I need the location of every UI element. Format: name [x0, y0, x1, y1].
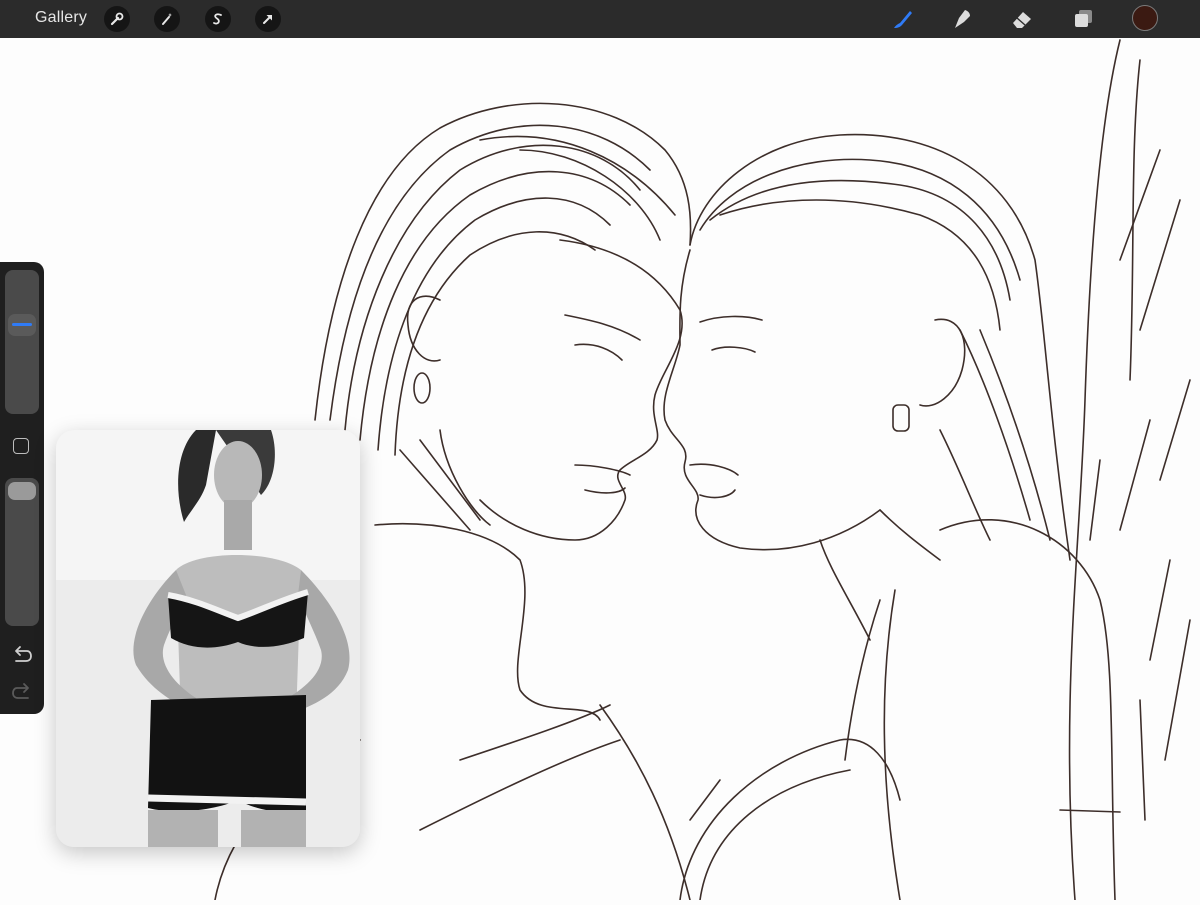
sketch-line	[1159, 379, 1191, 481]
reference-photo	[56, 430, 360, 847]
brush-icon	[894, 11, 912, 28]
sketch-line	[1119, 149, 1161, 261]
sketch-line	[344, 144, 641, 431]
sketch-line	[394, 231, 596, 456]
top-toolbar: Gallery	[0, 0, 1200, 38]
smudge-icon	[955, 10, 970, 28]
sketch-line	[1119, 419, 1151, 531]
sketch-line	[399, 449, 471, 531]
sketch-line	[574, 464, 631, 476]
layers-icon	[1075, 10, 1092, 27]
actions-button[interactable]	[104, 6, 130, 32]
opacity-slider[interactable]	[5, 478, 39, 626]
sketch-line	[1059, 809, 1121, 813]
smudge-tool-button[interactable]	[948, 5, 976, 33]
brush-size-slider[interactable]	[5, 270, 39, 414]
sketch-line	[519, 149, 661, 241]
sketch-line	[663, 249, 881, 551]
sketch-line	[1139, 199, 1181, 331]
sketch-line	[719, 199, 1001, 331]
sketch-line	[939, 429, 991, 541]
sketch-line	[919, 318, 966, 407]
redo-icon[interactable]	[11, 682, 33, 702]
eraser-tool-button[interactable]	[1008, 5, 1036, 33]
sketch-line	[599, 704, 691, 901]
undo-icon[interactable]	[11, 645, 33, 665]
adjustments-button[interactable]	[154, 6, 180, 32]
sketch-line	[406, 295, 441, 362]
magic-wand-icon	[162, 13, 172, 25]
selection-icon	[213, 13, 222, 25]
sketch-line	[679, 738, 901, 901]
sketch-line	[939, 519, 1116, 901]
sketch-line	[574, 343, 623, 361]
sketch-line	[377, 197, 611, 451]
reference-window[interactable]	[56, 430, 360, 847]
transform-arrow-icon	[263, 15, 272, 24]
sketch-line	[584, 487, 626, 494]
eraser-icon	[1013, 12, 1031, 28]
transform-button[interactable]	[255, 6, 281, 32]
brush-size-thumb[interactable]	[8, 313, 36, 336]
sketch-line	[564, 314, 641, 341]
sketch-line	[819, 539, 871, 641]
sketch-line	[959, 329, 1031, 521]
modify-button[interactable]	[13, 438, 29, 454]
sketch-line	[479, 239, 683, 541]
sketch-line	[689, 779, 721, 821]
sketch-line	[709, 179, 1011, 301]
sketch-line	[883, 589, 901, 901]
color-picker-button[interactable]	[1132, 5, 1158, 31]
sketch-line	[374, 522, 601, 721]
gallery-button[interactable]: Gallery	[35, 9, 87, 27]
sketch-line	[699, 489, 736, 499]
layers-button[interactable]	[1069, 5, 1097, 33]
sketch-line	[689, 463, 739, 476]
sketch-line	[699, 315, 763, 323]
left-earring	[413, 372, 431, 404]
sketch-line	[419, 739, 621, 831]
sketch-line	[1139, 699, 1146, 821]
opacity-thumb[interactable]	[8, 482, 36, 500]
sketch-line	[699, 769, 851, 901]
brush-tool-button[interactable]	[889, 5, 917, 33]
sketch-line	[979, 329, 1051, 541]
sketch-line	[1149, 559, 1171, 661]
wrench-icon	[110, 12, 124, 26]
brush-sidebar	[0, 262, 44, 714]
sketch-line	[1164, 619, 1191, 761]
sketch-line	[879, 509, 941, 561]
selection-button[interactable]	[205, 6, 231, 32]
sketch-line	[1089, 459, 1101, 541]
sketch-line	[329, 124, 651, 421]
sketch-line	[711, 346, 756, 353]
right-earring	[892, 404, 910, 432]
